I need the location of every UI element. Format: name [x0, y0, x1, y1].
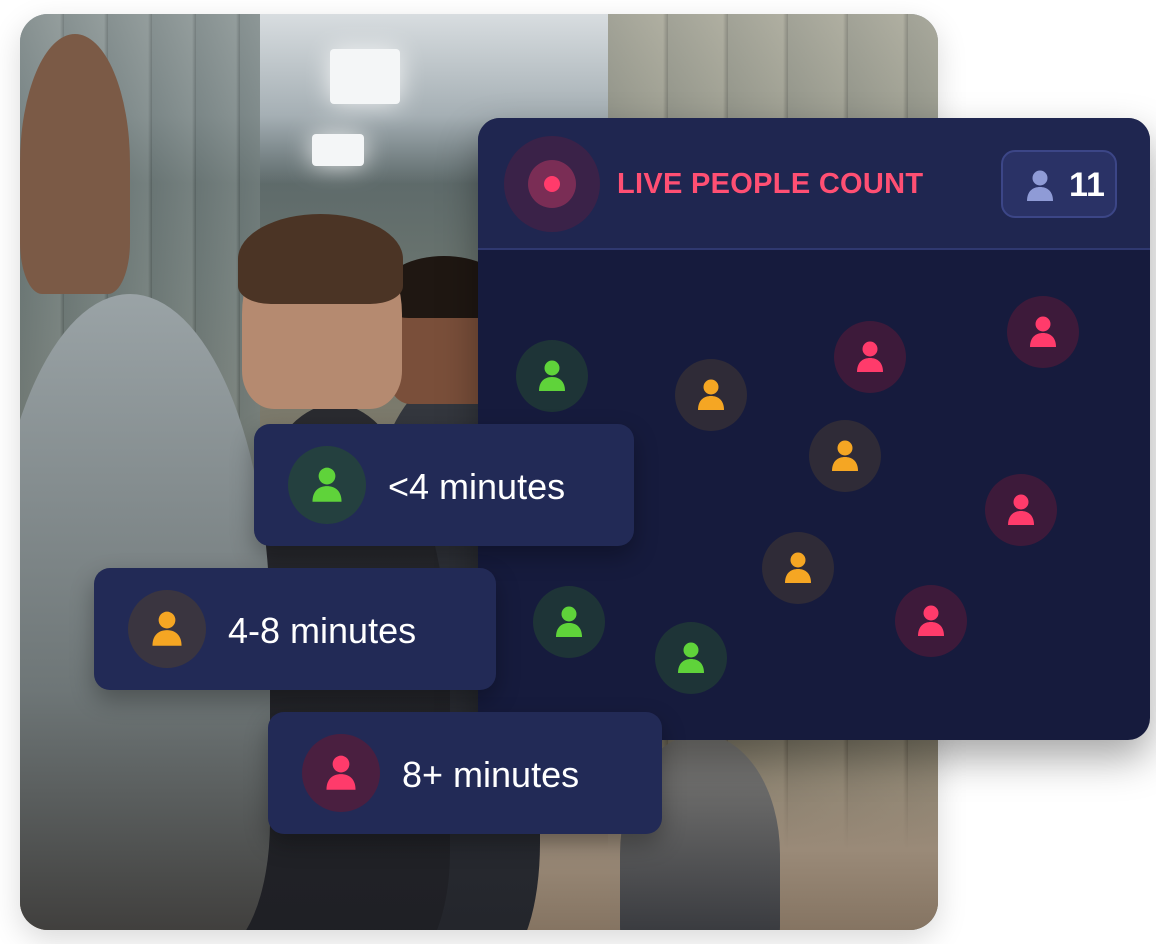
person-icon: [556, 606, 582, 637]
person-marker-green[interactable]: [655, 622, 727, 694]
person-marker-green[interactable]: [533, 586, 605, 658]
legend-ring: [128, 590, 206, 668]
person-icon: [678, 642, 704, 673]
legend-chip-under-4: <4 minutes: [254, 424, 634, 546]
person-icon: [326, 755, 356, 790]
legend-chip-4-to-8: 4-8 minutes: [94, 568, 496, 690]
person-marker-red[interactable]: [985, 474, 1057, 546]
person-icon: [918, 605, 944, 636]
person-icon: [1030, 316, 1056, 347]
person-icon: [1008, 494, 1034, 525]
person-icon: [698, 379, 724, 410]
person-icon: [539, 360, 565, 391]
live-dot-inner: [544, 176, 560, 192]
live-dot-mid: [528, 160, 576, 208]
person-marker-red[interactable]: [1007, 296, 1079, 368]
photo-person-head: [20, 34, 130, 294]
person-icon: [857, 341, 883, 372]
photo-ceiling-light: [312, 134, 364, 166]
person-marker-orange[interactable]: [809, 420, 881, 492]
photo-ceiling-light: [330, 49, 400, 104]
person-marker-red[interactable]: [834, 321, 906, 393]
legend-label: 8+ minutes: [402, 754, 580, 795]
legend-chip-8-plus: 8+ minutes: [268, 712, 662, 834]
person-marker-orange[interactable]: [762, 532, 834, 604]
person-marker-red[interactable]: [895, 585, 967, 657]
person-icon: [832, 440, 858, 471]
live-record-dot-icon: [504, 136, 600, 232]
person-icon: [152, 611, 182, 646]
people-count-badge[interactable]: 11: [1001, 150, 1117, 218]
person-icon: [312, 467, 342, 502]
legend-label: 4-8 minutes: [228, 610, 417, 651]
people-count-value: 11: [1069, 166, 1105, 204]
legend-label: <4 minutes: [388, 466, 566, 507]
person-icon: [785, 552, 811, 583]
person-marker-green[interactable]: [516, 340, 588, 412]
panel-title: LIVE PEOPLE COUNT: [617, 168, 924, 200]
legend-ring: [302, 734, 380, 812]
person-marker-orange[interactable]: [675, 359, 747, 431]
panel-header: LIVE PEOPLE COUNT 11: [478, 118, 1150, 250]
person-icon: [1027, 170, 1053, 201]
legend-ring: [288, 446, 366, 524]
photo-person-hair: [238, 214, 403, 304]
